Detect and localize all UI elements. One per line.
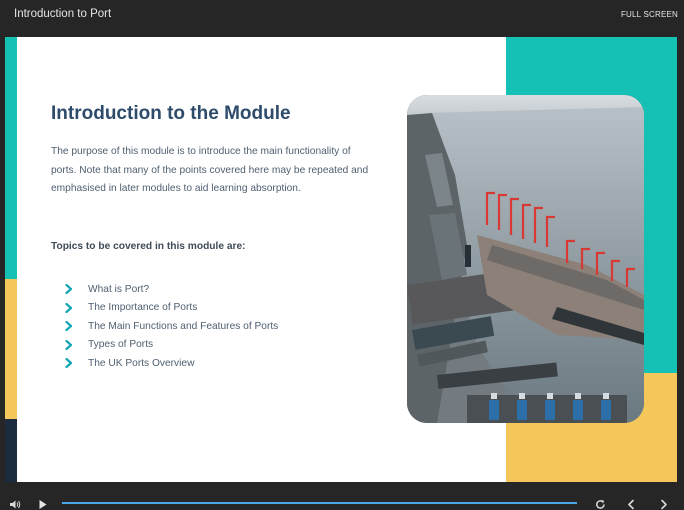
edge-stripe-yellow bbox=[5, 279, 17, 419]
chevron-right-icon bbox=[65, 358, 88, 369]
topic-label: The UK Ports Overview bbox=[88, 357, 195, 369]
topic-label: The Main Functions and Features of Ports bbox=[88, 320, 279, 332]
slide: Introduction to the Module The purpose o… bbox=[5, 37, 677, 482]
topic-item: The UK Ports Overview bbox=[65, 354, 278, 373]
topic-item: The Main Functions and Features of Ports bbox=[65, 317, 278, 336]
topic-item: What is Port? bbox=[65, 280, 278, 299]
topics-heading: Topics to be covered in this module are: bbox=[51, 241, 246, 252]
chevron-right-icon[interactable] bbox=[659, 497, 669, 510]
slide-heading: Introduction to the Module bbox=[51, 103, 291, 124]
title-bar: Introduction to Port FULL SCREEN bbox=[0, 0, 684, 36]
edge-stripe-navy bbox=[5, 419, 17, 482]
player-controls bbox=[0, 494, 684, 510]
topic-item: Types of Ports bbox=[65, 336, 278, 355]
topic-label: The Importance of Ports bbox=[88, 302, 198, 314]
chevron-right-icon bbox=[65, 302, 88, 313]
play-icon[interactable] bbox=[38, 497, 48, 510]
port-aerial-photo bbox=[407, 95, 644, 423]
topic-label: What is Port? bbox=[88, 283, 150, 295]
edge-stripe-teal bbox=[5, 37, 17, 279]
topic-list: What is Port? The Importance of Ports Th… bbox=[65, 280, 278, 373]
replay-icon[interactable] bbox=[595, 497, 606, 510]
volume-icon[interactable] bbox=[9, 497, 21, 510]
chevron-right-icon bbox=[65, 284, 88, 295]
topic-item: The Importance of Ports bbox=[65, 299, 278, 318]
progress-track[interactable] bbox=[62, 502, 577, 504]
chevron-right-icon bbox=[65, 339, 88, 350]
chevron-right-icon bbox=[65, 321, 88, 332]
fullscreen-button[interactable]: FULL SCREEN bbox=[621, 10, 678, 19]
topic-label: Types of Ports bbox=[88, 339, 154, 351]
course-title: Introduction to Port bbox=[14, 8, 112, 20]
chevron-left-icon[interactable] bbox=[626, 497, 636, 510]
intro-paragraph: The purpose of this module is to introdu… bbox=[51, 146, 369, 194]
